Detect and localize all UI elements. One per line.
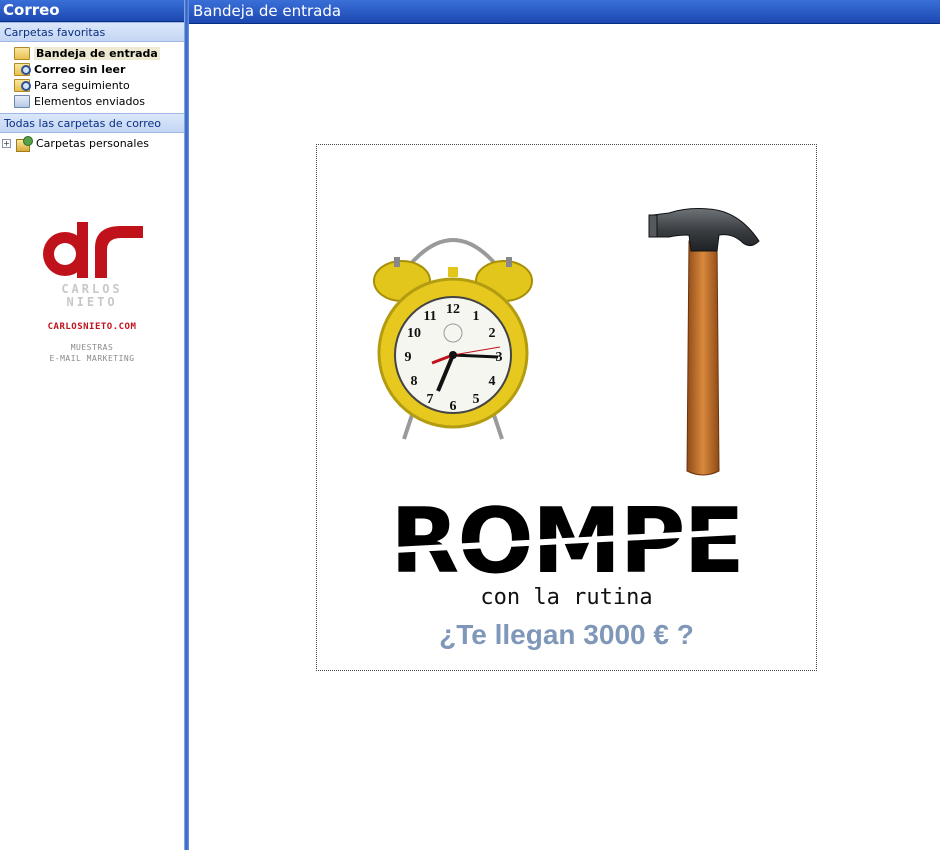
- folder-inbox[interactable]: Bandeja de entrada: [14, 45, 184, 61]
- brand-logo: [43, 222, 143, 278]
- nav-title: Correo: [0, 0, 184, 22]
- search-folder-icon: [14, 78, 31, 92]
- folder-follow-up[interactable]: Para seguimiento: [14, 77, 184, 93]
- tree-item-label: Carpetas personales: [36, 136, 149, 150]
- favorites-header[interactable]: Carpetas favoritas: [0, 22, 184, 42]
- tree-item-personal-folders[interactable]: + Carpetas personales: [0, 133, 184, 152]
- mail-app: Correo Carpetas favoritas Bandeja de ent…: [0, 0, 940, 850]
- svg-text:12: 12: [446, 302, 460, 317]
- folder-label: Para seguimiento: [34, 78, 130, 92]
- main-title: Bandeja de entrada: [189, 0, 940, 24]
- folder-unread-mail[interactable]: Correo sin leer: [14, 61, 184, 77]
- brand-name-line2: NIETO: [66, 295, 118, 309]
- personal-folders-icon: [15, 135, 33, 152]
- svg-text:5: 5: [473, 392, 480, 407]
- all-folders-header[interactable]: Todas las carpetas de correo: [0, 113, 184, 133]
- brand-url-link[interactable]: CARLOSNIETO.COM: [0, 322, 184, 332]
- svg-text:1: 1: [473, 309, 480, 324]
- svg-text:2: 2: [489, 326, 496, 341]
- svg-text:11: 11: [423, 309, 436, 324]
- search-folder-icon: [14, 62, 31, 76]
- inbox-folder-icon: [14, 46, 30, 60]
- svg-text:8: 8: [411, 374, 418, 389]
- navigation-pane: Correo Carpetas favoritas Bandeja de ent…: [0, 0, 184, 850]
- svg-text:7: 7: [427, 392, 434, 407]
- email-banner[interactable]: 12 1 2 3 4 5 6 7 8 9 10 11 ROMPE con la …: [316, 144, 817, 671]
- alarm-clock-icon: 12 1 2 3 4 5 6 7 8 9 10 11: [373, 238, 533, 440]
- svg-text:9: 9: [405, 350, 412, 365]
- banner-question[interactable]: ¿Te llegan 3000 € ?: [317, 619, 816, 651]
- folder-label: Bandeja de entrada: [34, 46, 160, 60]
- favorites-list: Bandeja de entrada Correo sin leer Para …: [0, 42, 184, 113]
- banner-subline: con la rutina: [480, 585, 653, 610]
- sent-folder-icon: [14, 94, 30, 108]
- expand-icon[interactable]: +: [2, 138, 11, 148]
- folder-label: Elementos enviados: [34, 94, 145, 108]
- brand-name-line1: CARLOS: [61, 282, 123, 296]
- svg-text:4: 4: [489, 374, 496, 389]
- brand-block: CARLOS NIETO CARLOSNIETO.COM MUESTRAS E-…: [0, 218, 184, 364]
- svg-text:10: 10: [407, 326, 421, 341]
- brand-tagline-1: MUESTRAS: [70, 343, 114, 352]
- folder-sent-items[interactable]: Elementos enviados: [14, 93, 184, 109]
- brand-tagline-2: E-MAIL MARKETING: [49, 354, 135, 363]
- hammer-icon: [648, 208, 760, 476]
- folder-label: Correo sin leer: [34, 62, 126, 76]
- svg-text:6: 6: [450, 399, 457, 414]
- main-pane: Bandeja de entrada 12 1 2 3 4 5 6 7 8 9 …: [189, 0, 940, 850]
